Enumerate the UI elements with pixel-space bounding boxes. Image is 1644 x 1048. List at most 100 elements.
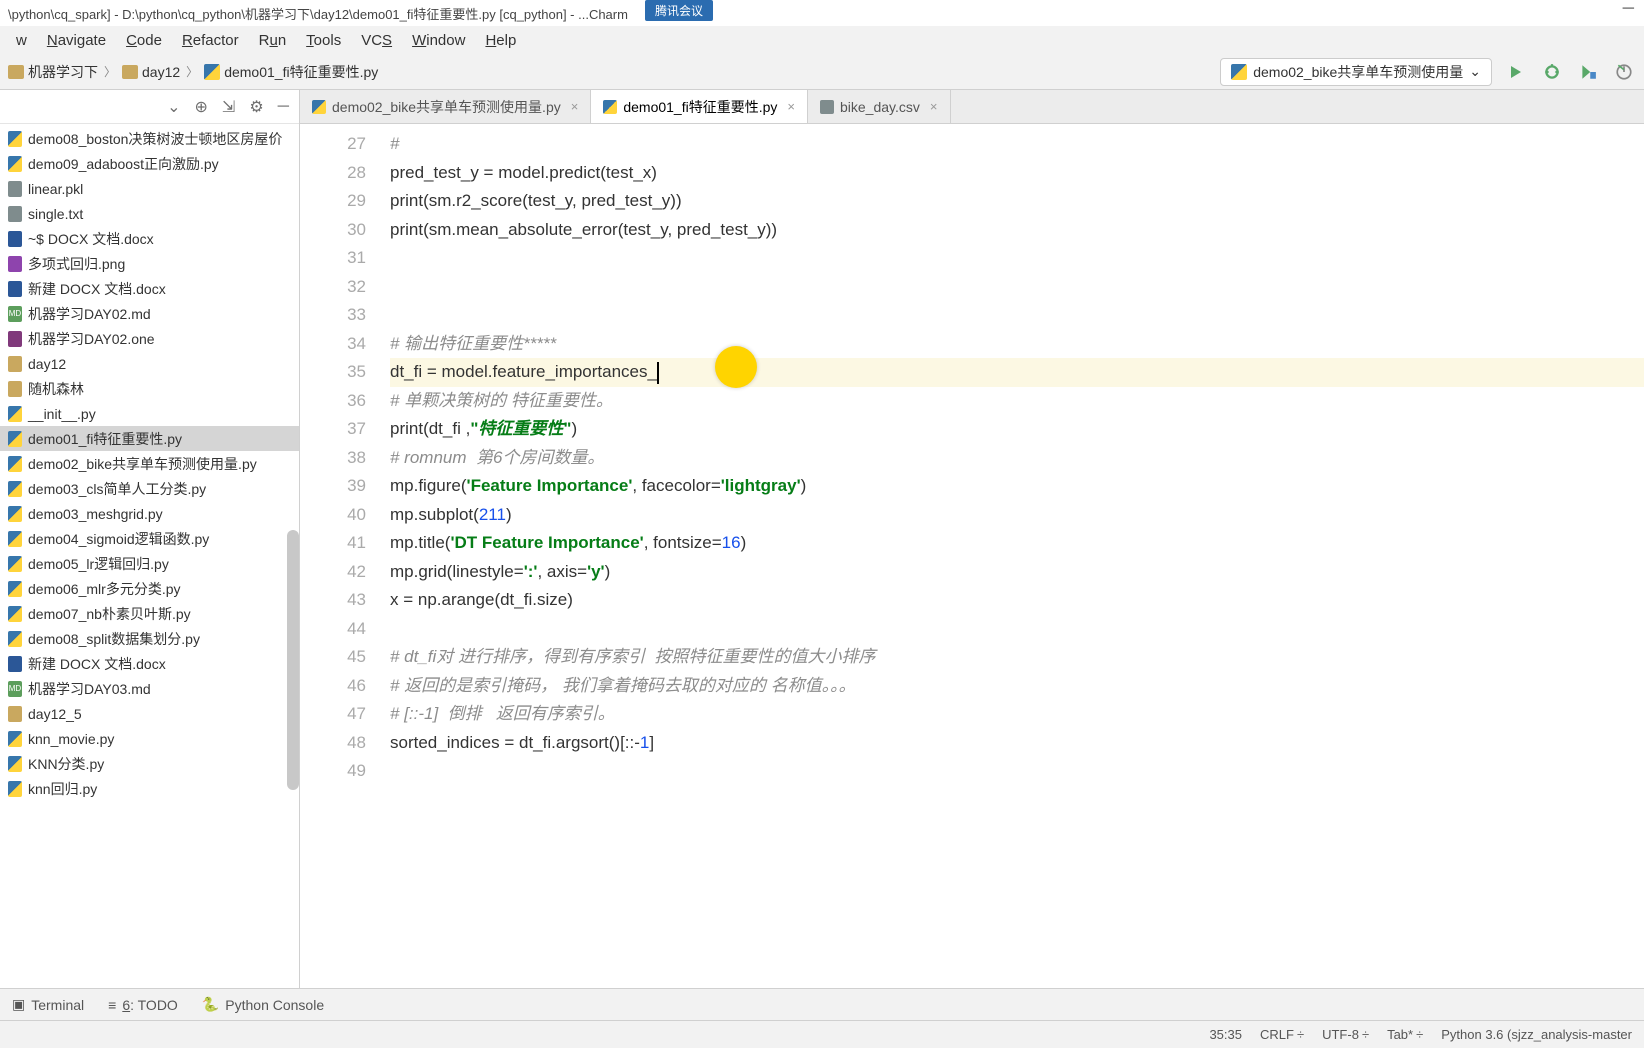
python-console-tab[interactable]: 🐍 Python Console xyxy=(202,996,324,1013)
menu-window[interactable]: Window xyxy=(404,30,473,51)
python-interpreter[interactable]: Python 3.6 (sjzz_analysis-master xyxy=(1441,1027,1632,1042)
code-line[interactable]: sorted_indices = dt_fi.argsort()[::-1] xyxy=(390,729,1644,758)
menu-navigate[interactable]: Navigate xyxy=(39,30,114,51)
code-line[interactable]: print(dt_fi ,"特征重要性") xyxy=(390,415,1644,444)
close-icon[interactable]: × xyxy=(571,99,579,114)
code-line[interactable] xyxy=(390,244,1644,273)
code-line[interactable]: mp.grid(linestyle=':', axis='y') xyxy=(390,558,1644,587)
menu-run[interactable]: Run xyxy=(251,30,295,51)
cursor-position[interactable]: 35:35 xyxy=(1209,1027,1242,1042)
menu-refactor[interactable]: Refactor xyxy=(174,30,247,51)
tree-item[interactable]: day12_5 xyxy=(0,701,299,726)
breadcrumb-file[interactable]: demo01_fi特征重要性.py xyxy=(204,62,378,82)
code-line[interactable]: # dt_fi对 进行排序，得到有序索引 按照特征重要性的值大小排序 xyxy=(390,643,1644,672)
hide-icon[interactable]: ─ xyxy=(278,98,289,116)
tree-item[interactable]: linear.pkl xyxy=(0,176,299,201)
minimize-icon[interactable]: ─ xyxy=(1623,0,1634,18)
code-line[interactable] xyxy=(390,615,1644,644)
project-tree[interactable]: demo08_boston决策树波士顿地区房屋价demo09_adaboost正… xyxy=(0,124,299,988)
tree-item[interactable]: demo02_bike共享单车预测使用量.py xyxy=(0,451,299,476)
doc-icon xyxy=(8,281,22,297)
tree-item[interactable]: ~$ DOCX 文档.docx xyxy=(0,226,299,251)
tree-item[interactable]: knn_movie.py xyxy=(0,726,299,751)
tree-item[interactable]: demo03_cls简单人工分类.py xyxy=(0,476,299,501)
locate-icon[interactable]: ⊕ xyxy=(195,97,208,117)
menu-help[interactable]: Help xyxy=(477,30,524,51)
code-content[interactable]: #pred_test_y = model.predict(test_x)prin… xyxy=(380,124,1644,988)
code-line[interactable] xyxy=(390,301,1644,330)
menu-w[interactable]: w xyxy=(8,30,35,51)
code-line[interactable]: mp.figure('Feature Importance', facecolo… xyxy=(390,472,1644,501)
tree-item-label: 新建 DOCX 文档.docx xyxy=(28,654,166,674)
tree-item[interactable]: KNN分类.py xyxy=(0,751,299,776)
code-line[interactable]: mp.title('DT Feature Importance', fontsi… xyxy=(390,529,1644,558)
tree-item[interactable]: 机器学习DAY02.one xyxy=(0,326,299,351)
tree-item-label: 随机森林 xyxy=(28,379,84,399)
tree-item[interactable]: __init__.py xyxy=(0,401,299,426)
editor-tab[interactable]: demo02_bike共享单车预测使用量.py× xyxy=(300,90,591,123)
profile-button[interactable] xyxy=(1612,60,1636,84)
editor-tab[interactable]: demo01_fi特征重要性.py× xyxy=(591,90,808,123)
tree-item[interactable]: MD机器学习DAY03.md xyxy=(0,676,299,701)
tree-item-label: knn回归.py xyxy=(28,779,97,799)
tree-item[interactable]: day12 xyxy=(0,351,299,376)
breadcrumb-folder-1[interactable]: 机器学习下 xyxy=(8,62,98,82)
collapse-icon[interactable]: ⇲ xyxy=(222,97,235,117)
code-line[interactable]: # 返回的是索引掩码， 我们拿着掩码去取的对应的 名称值。。。 xyxy=(390,672,1644,701)
tree-item[interactable]: demo08_split数据集划分.py xyxy=(0,626,299,651)
menu-code[interactable]: Code xyxy=(118,30,170,51)
tree-item[interactable]: demo05_lr逻辑回归.py xyxy=(0,551,299,576)
close-icon[interactable]: × xyxy=(787,99,795,114)
tree-item[interactable]: knn回归.py xyxy=(0,776,299,801)
tree-item[interactable]: demo07_nb朴素贝叶斯.py xyxy=(0,601,299,626)
tree-item[interactable]: demo06_mlr多元分类.py xyxy=(0,576,299,601)
code-editor[interactable]: 2728293031323334353637383940414243444546… xyxy=(300,124,1644,988)
code-line[interactable]: dt_fi = model.feature_importances_ xyxy=(390,358,1644,387)
tree-item[interactable]: MD机器学习DAY02.md xyxy=(0,301,299,326)
todo-tab[interactable]: ≡ 6: TODO xyxy=(108,997,178,1013)
breadcrumb-sep: 〉 xyxy=(186,63,198,80)
run-config-select[interactable]: demo02_bike共享单车预测使用量 ⌄ xyxy=(1220,58,1492,86)
code-line[interactable]: pred_test_y = model.predict(test_x) xyxy=(390,159,1644,188)
close-icon[interactable]: × xyxy=(930,99,938,114)
editor-tab[interactable]: bike_day.csv× xyxy=(808,90,951,123)
indent-setting[interactable]: Tab* ÷ xyxy=(1387,1027,1423,1042)
line-number: 36 xyxy=(300,387,366,416)
code-line[interactable]: mp.subplot(211) xyxy=(390,501,1644,530)
chevron-down-icon[interactable]: ⌄ xyxy=(167,97,180,117)
code-line[interactable]: x = np.arange(dt_fi.size) xyxy=(390,586,1644,615)
code-line[interactable]: print(sm.mean_absolute_error(test_y, pre… xyxy=(390,216,1644,245)
terminal-tab[interactable]: ▣ Terminal xyxy=(12,996,84,1013)
code-line[interactable]: # 输出特征重要性***** xyxy=(390,330,1644,359)
tree-item[interactable]: demo03_meshgrid.py xyxy=(0,501,299,526)
menu-tools[interactable]: Tools xyxy=(298,30,349,51)
tree-item[interactable]: 多项式回归.png xyxy=(0,251,299,276)
code-line[interactable]: # [::-1] 倒排 返回有序索引。 xyxy=(390,700,1644,729)
tree-item[interactable]: 随机森林 xyxy=(0,376,299,401)
tree-item[interactable]: 新建 DOCX 文档.docx xyxy=(0,276,299,301)
code-line[interactable] xyxy=(390,273,1644,302)
code-line[interactable] xyxy=(390,757,1644,786)
tree-item[interactable]: 新建 DOCX 文档.docx xyxy=(0,651,299,676)
line-number: 39 xyxy=(300,472,366,501)
tree-item[interactable]: demo01_fi特征重要性.py xyxy=(0,426,299,451)
code-line[interactable]: # romnum 第6个房间数量。 xyxy=(390,444,1644,473)
run-toolbar: demo02_bike共享单车预测使用量 ⌄ xyxy=(1220,58,1636,86)
code-line[interactable]: # xyxy=(390,130,1644,159)
line-separator[interactable]: CRLF ÷ xyxy=(1260,1027,1304,1042)
tree-item[interactable]: demo09_adaboost正向激励.py xyxy=(0,151,299,176)
tree-item[interactable]: single.txt xyxy=(0,201,299,226)
file-encoding[interactable]: UTF-8 ÷ xyxy=(1322,1027,1369,1042)
breadcrumb-folder-2[interactable]: day12 xyxy=(122,64,180,80)
scrollbar[interactable] xyxy=(287,530,299,790)
tree-item[interactable]: demo08_boston决策树波士顿地区房屋价 xyxy=(0,126,299,151)
run-button[interactable] xyxy=(1504,60,1528,84)
menu-vcs[interactable]: VCS xyxy=(353,30,400,51)
breadcrumb: 机器学习下 〉 day12 〉 demo01_fi特征重要性.py xyxy=(8,62,378,82)
code-line[interactable]: # 单颗决策树的 特征重要性。 xyxy=(390,387,1644,416)
settings-icon[interactable]: ⚙ xyxy=(249,97,263,117)
code-line[interactable]: print(sm.r2_score(test_y, pred_test_y)) xyxy=(390,187,1644,216)
coverage-button[interactable] xyxy=(1576,60,1600,84)
tree-item[interactable]: demo04_sigmoid逻辑函数.py xyxy=(0,526,299,551)
debug-button[interactable] xyxy=(1540,60,1564,84)
